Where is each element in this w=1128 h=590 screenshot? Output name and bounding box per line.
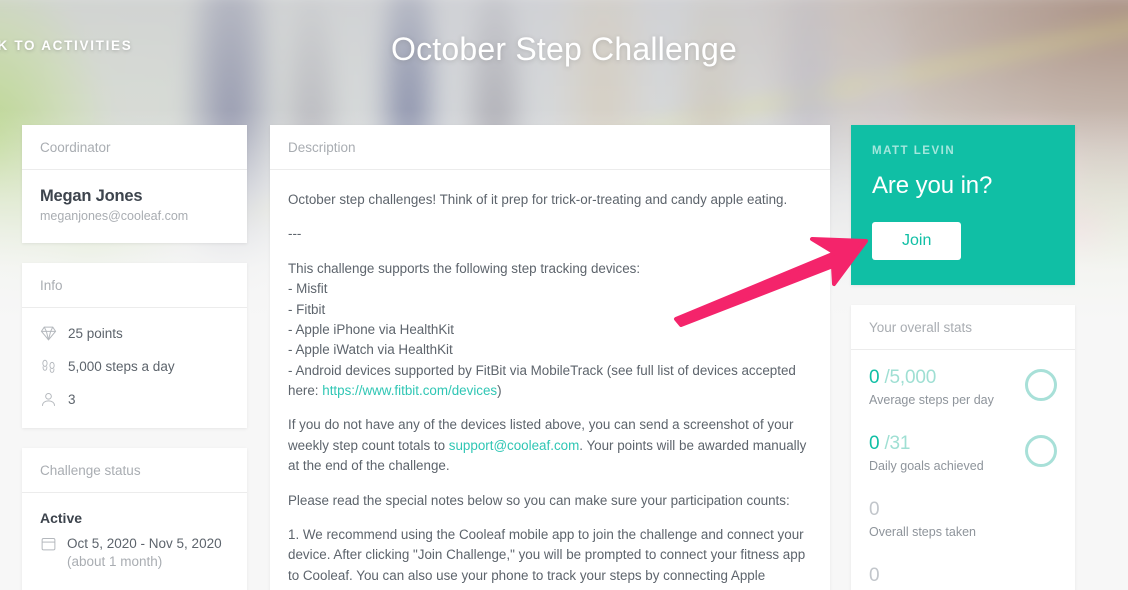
special-notes-intro: Please read the special notes below so y… <box>288 492 790 508</box>
challenge-status-card-body: Active Oct 5, 2020 - Nov 5, 2020 (about … <box>22 493 247 590</box>
join-button[interactable]: Join <box>872 222 962 260</box>
hero-header: CK TO ACTIVITIES October Step Challenge <box>0 0 1128 115</box>
challenge-status-card-title: Challenge status <box>22 448 247 493</box>
stat-denominator: /5,000 <box>884 367 937 388</box>
current-user-name: MATT LEVIN <box>872 145 956 157</box>
date-range-text-wrap: Oct 5, 2020 - Nov 5, 2020 (about 1 month… <box>67 535 222 571</box>
person-icon <box>40 391 57 408</box>
status-badge: Active <box>40 510 83 526</box>
overall-stats-card-title: Your overall stats <box>851 305 1075 350</box>
special-note-1: 1. We recommend using the Cooleaf mobile… <box>288 526 806 590</box>
diamond-icon <box>40 325 57 342</box>
coordinator-name: Megan Jones <box>40 187 143 205</box>
fallback-instructions: If you do not have any of the devices li… <box>288 415 812 476</box>
right-sidebar: MATT LEVIN Are you in? Join Your overall… <box>851 125 1075 590</box>
info-row-participants: 3 <box>40 391 229 408</box>
stat-value-row: 0 <box>869 565 1057 587</box>
stat-value: 0 <box>869 498 880 520</box>
join-headline: Are you in? <box>872 172 993 199</box>
date-range-value: Oct 5, 2020 - Nov 5, 2020 <box>67 536 222 551</box>
stat-fourth-partial: 0 <box>869 565 1057 587</box>
info-card-title: Info <box>22 263 247 308</box>
join-challenge-card: MATT LEVIN Are you in? Join <box>851 125 1075 285</box>
info-card-body: 25 points 5,000 steps a day 3 <box>22 308 247 428</box>
fitbit-here-prefix: here: <box>288 383 323 398</box>
description-card: Description October step challenges! Thi… <box>270 125 830 590</box>
info-label-steps: 5,000 steps a day <box>68 359 175 374</box>
coordinator-card-title: Coordinator <box>22 125 247 170</box>
overall-stats-card: Your overall stats 0 /5,000 Average step… <box>851 305 1075 590</box>
info-row-points: 25 points <box>40 325 229 342</box>
info-label-participants: 3 <box>68 392 76 407</box>
fitbit-devices-link[interactable]: https://www.fitbit.com/devices <box>322 383 497 398</box>
date-duration: (about 1 month) <box>67 554 163 570</box>
description-column: Description October step challenges! Thi… <box>270 125 830 590</box>
support-email-link[interactable]: support@cooleaf.com <box>449 438 579 453</box>
footsteps-icon <box>40 358 57 375</box>
stat-label: Overall steps taken <box>869 524 976 539</box>
stat-overall-steps: 0 Overall steps taken <box>869 499 1057 539</box>
description-intro: October step challenges! Think of it pre… <box>288 192 788 207</box>
left-sidebar: Coordinator Megan Jones meganjones@coole… <box>22 125 247 590</box>
coordinator-card-body: Megan Jones meganjones@cooleaf.com <box>22 170 247 243</box>
coordinator-card: Coordinator Megan Jones meganjones@coole… <box>22 125 247 243</box>
stat-denominator: /31 <box>884 432 911 454</box>
progress-ring-icon <box>1025 434 1057 467</box>
stat-average-steps: 0 /5,000 Average steps per day <box>869 367 1057 407</box>
page-columns: Coordinator Megan Jones meganjones@coole… <box>0 125 1128 590</box>
date-range-row: Oct 5, 2020 - Nov 5, 2020 (about 1 month… <box>40 535 229 571</box>
calendar-icon <box>40 535 57 552</box>
fitbit-here-suffix: ) <box>497 383 502 398</box>
stat-daily-goals: 0 /31 Daily goals achieved <box>869 433 1057 473</box>
supported-devices-list: This challenge supports the following st… <box>288 259 812 402</box>
coordinator-email[interactable]: meganjones@cooleaf.com <box>40 209 229 223</box>
stat-value: 0 <box>869 367 880 388</box>
challenge-status-card: Challenge status Active Oct 5, 2020 - No… <box>22 448 247 590</box>
info-label-points: 25 points <box>68 326 123 341</box>
supported-devices-text: This challenge supports the following st… <box>288 260 796 378</box>
description-separator: --- <box>288 226 302 242</box>
overall-stats-card-body: 0 /5,000 Average steps per day 0 /31 Dai… <box>851 350 1075 590</box>
stat-value-row: 0 <box>869 499 1057 521</box>
stat-value: 0 <box>869 564 880 586</box>
info-row-steps: 5,000 steps a day <box>40 358 229 375</box>
page-title: October Step Challenge <box>391 31 737 67</box>
stat-value: 0 <box>869 432 880 454</box>
info-card: Info 25 points 5,000 steps a day 3 <box>22 263 247 428</box>
progress-ring-icon <box>1025 369 1057 401</box>
description-card-title: Description <box>270 125 830 170</box>
description-card-body: October step challenges! Think of it pre… <box>270 170 830 590</box>
